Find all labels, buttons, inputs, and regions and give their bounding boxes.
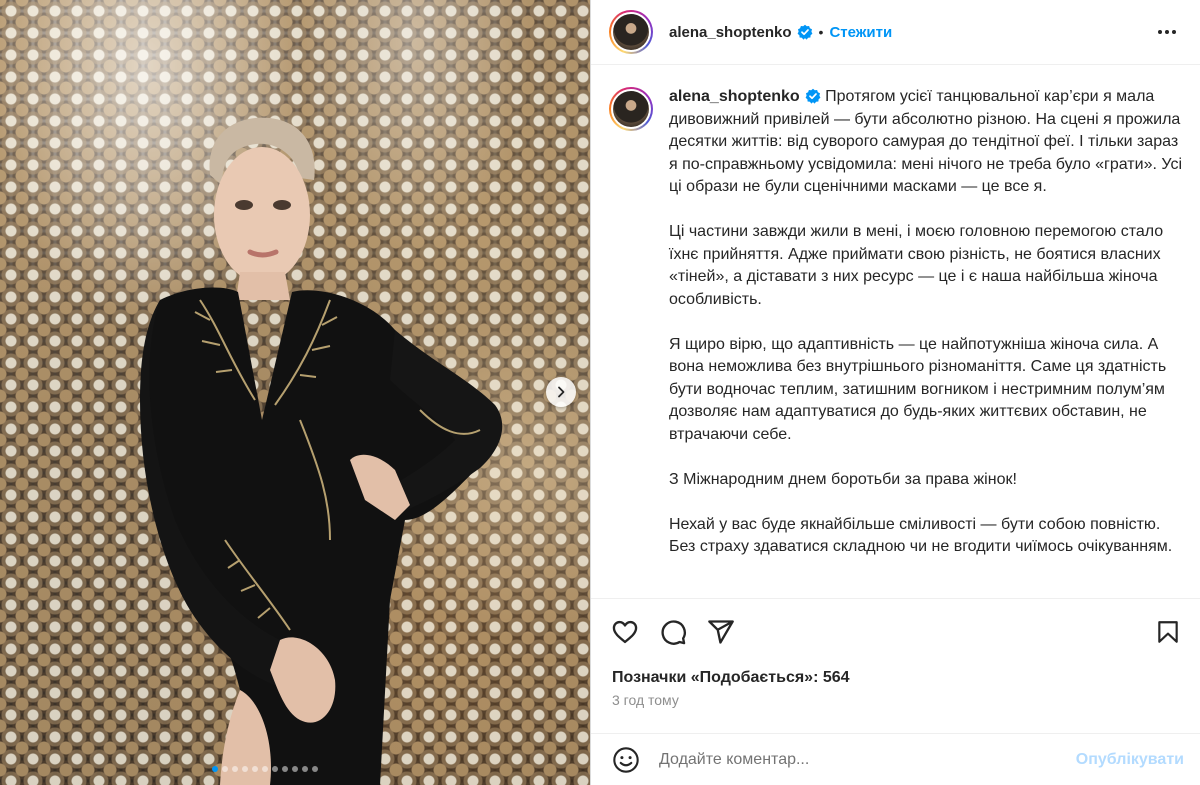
post-details-panel: alena_shoptenko • Стежити alena_shoptenk…	[590, 0, 1200, 785]
action-bar	[591, 599, 1200, 649]
carousel-dot	[222, 766, 228, 772]
comment-bar: Опублікувати	[591, 733, 1200, 785]
follow-button[interactable]: Стежити	[829, 24, 892, 41]
comment-input[interactable]	[659, 750, 1076, 769]
carousel-dot	[262, 766, 268, 772]
carousel-dot	[312, 766, 318, 772]
carousel-indicator	[212, 766, 318, 772]
carousel-dot	[272, 766, 278, 772]
caption-username[interactable]: alena_shoptenko	[669, 88, 800, 105]
more-options-icon[interactable]	[1152, 24, 1182, 40]
publish-button[interactable]: Опублікувати	[1076, 751, 1184, 769]
carousel-dot	[252, 766, 258, 772]
post-caption: alena_shoptenko Протягом усієї танцюваль…	[669, 86, 1182, 598]
actions-section: Позначки «Подобається»: 564 3 год тому	[591, 598, 1200, 708]
carousel-dot	[212, 766, 218, 772]
caption-paragraph: З Міжнародним днем боротьби за права жін…	[669, 470, 1017, 488]
caption-paragraph: Нехай у вас буде якнайбільше сміливості …	[669, 515, 1173, 556]
caption-section: alena_shoptenko Протягом усієї танцюваль…	[591, 66, 1200, 598]
post-image[interactable]	[0, 0, 590, 785]
header-separator: •	[818, 24, 824, 40]
carousel-dot	[282, 766, 288, 772]
verified-badge-icon	[805, 88, 821, 104]
post-timestamp[interactable]: 3 год тому	[591, 687, 1200, 708]
chevron-right-icon	[558, 386, 565, 398]
post-header: alena_shoptenko • Стежити	[591, 0, 1200, 65]
carousel-dot	[232, 766, 238, 772]
likes-count[interactable]: Позначки «Подобається»: 564	[591, 649, 1200, 687]
author-username[interactable]: alena_shoptenko	[669, 24, 792, 41]
heart-icon[interactable]	[609, 616, 641, 648]
caption-avatar[interactable]	[609, 87, 653, 131]
carousel-dot	[242, 766, 248, 772]
verified-badge-icon	[797, 24, 813, 40]
share-icon[interactable]	[705, 616, 737, 648]
emoji-icon[interactable]	[611, 745, 641, 775]
avatar[interactable]	[609, 10, 653, 54]
carousel-dot	[302, 766, 308, 772]
comment-icon[interactable]	[657, 616, 689, 648]
bookmark-icon[interactable]	[1152, 616, 1184, 648]
carousel-dot	[292, 766, 298, 772]
caption-paragraph: Я щиро вірю, що адаптивність — це найпот…	[669, 335, 1167, 443]
woman-in-black-dress	[140, 117, 503, 785]
caption-paragraph: Ці частини завжди жили в мені, і моєю го…	[669, 223, 1164, 308]
carousel-next-button[interactable]	[546, 377, 576, 407]
